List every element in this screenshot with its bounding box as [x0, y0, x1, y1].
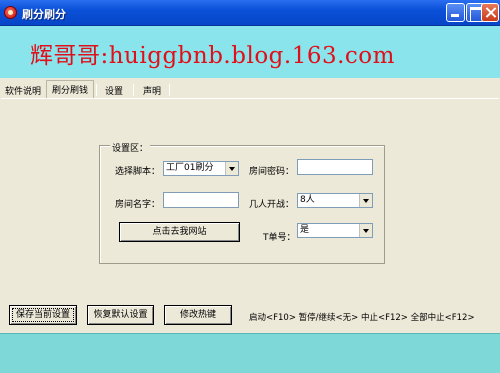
visit-website-button[interactable]: 点击去我网站: [119, 222, 240, 242]
room-name-input[interactable]: [163, 192, 239, 208]
tab-software-info[interactable]: 软件说明: [2, 82, 44, 98]
t-count-label: T单号：: [263, 233, 296, 243]
restore-defaults-button[interactable]: 恢复默认设置: [87, 305, 154, 325]
t-count-select-value: 是: [300, 225, 310, 235]
tab-settings[interactable]: 设置: [100, 82, 128, 98]
save-settings-button[interactable]: 保存当前设置: [9, 305, 77, 325]
room-password-label: 房间密码：: [249, 167, 295, 177]
players-select[interactable]: 8人: [297, 193, 373, 208]
banner: 辉哥哥:huiggbnb.blog.163.com: [0, 26, 500, 78]
chevron-down-icon[interactable]: [359, 194, 372, 207]
tab-divider: [133, 84, 134, 96]
players-label: 几人开战：: [249, 200, 295, 210]
tab-statement[interactable]: 声明: [138, 82, 166, 98]
banner-text: 辉哥哥:huiggbnb.blog.163.com: [30, 43, 395, 69]
status-bar: [0, 333, 500, 373]
edit-hotkeys-button[interactable]: 修改热键: [164, 305, 232, 325]
tab-divider: [96, 84, 97, 96]
settings-group-label: 设置区：: [110, 141, 151, 154]
script-select-value: 工厂01刷分: [166, 163, 214, 173]
hotkeys-info: 启动<F10> 暂停/继续<无> 中止<F12> 全部中止<F12>: [249, 313, 475, 323]
script-label: 选择脚本：: [115, 167, 161, 177]
app-icon: [4, 6, 17, 19]
chevron-down-icon[interactable]: [359, 224, 372, 237]
t-count-select[interactable]: 是: [297, 223, 373, 238]
window-title: 刷分刷分: [22, 8, 66, 21]
tab-brush-score[interactable]: 刷分刷钱: [46, 80, 94, 99]
script-select[interactable]: 工厂01刷分: [163, 161, 239, 176]
close-icon[interactable]: [481, 3, 499, 22]
title-bar: 刷分刷分: [0, 0, 500, 26]
room-password-input[interactable]: [297, 159, 373, 175]
chevron-down-icon[interactable]: [225, 162, 238, 175]
minimize-icon[interactable]: [446, 3, 465, 22]
tab-divider: [169, 84, 170, 96]
room-name-label: 房间名字：: [115, 200, 161, 210]
players-select-value: 8人: [300, 195, 315, 205]
